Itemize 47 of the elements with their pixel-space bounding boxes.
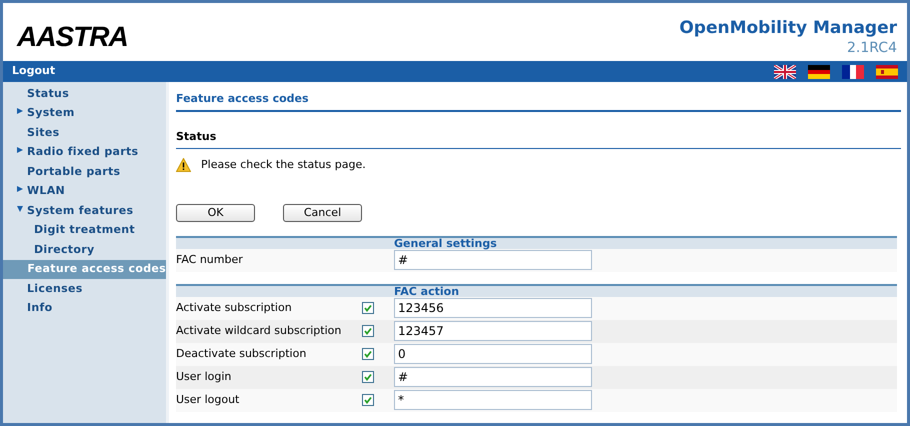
caret-right-icon[interactable] <box>17 186 23 192</box>
version-label: 2.1RC4 <box>847 40 897 57</box>
field-label: Activate subscription <box>176 300 293 316</box>
sidebar-item[interactable]: Info <box>27 300 52 316</box>
checkbox[interactable] <box>362 394 374 406</box>
field-label: Deactivate subscription <box>176 346 308 362</box>
caret-right-icon[interactable] <box>17 147 23 154</box>
field-label: User login <box>176 368 232 385</box>
sidebar-item[interactable]: System features <box>27 202 134 219</box>
checkbox[interactable] <box>362 371 374 383</box>
input-field[interactable]: 123456 <box>394 298 592 318</box>
caret-right-icon[interactable] <box>17 108 23 114</box>
status-message: Please check the status page. <box>201 157 366 173</box>
product-title: OpenMobility Manager <box>679 18 897 40</box>
input-field[interactable]: # <box>394 367 592 387</box>
input-field[interactable]: * <box>394 390 592 410</box>
input-field[interactable]: 123457 <box>394 321 592 341</box>
ok-button[interactable]: OK <box>176 204 255 222</box>
logo: AASTRA <box>17 23 128 51</box>
section-heading: Status <box>176 130 216 143</box>
input-field[interactable]: # <box>394 250 592 270</box>
caret-down-icon[interactable] <box>17 206 23 212</box>
warning-icon <box>176 158 191 172</box>
group-heading: General settings <box>394 238 497 248</box>
cancel-button[interactable]: Cancel <box>283 204 362 222</box>
sidebar-item[interactable]: Digit treatment <box>34 222 135 238</box>
sidebar-item[interactable]: Status <box>27 86 70 102</box>
checkbox[interactable] <box>362 348 374 360</box>
field-label: FAC number <box>176 252 244 268</box>
flag-icon[interactable] <box>774 64 796 78</box>
sidebar-item[interactable]: Licenses <box>27 280 83 297</box>
flag-icon[interactable] <box>808 64 830 78</box>
sidebar-item[interactable]: Radio fixed parts <box>27 144 138 160</box>
sidebar-item[interactable]: Sites <box>27 124 60 141</box>
field-label: User logout <box>176 392 240 408</box>
flag-icon[interactable] <box>842 64 864 78</box>
field-label: Activate wildcard subscription <box>176 322 342 339</box>
checkbox[interactable] <box>362 325 374 337</box>
page-title: Feature access codes <box>176 92 309 105</box>
sidebar-item[interactable]: WLAN <box>27 183 66 200</box>
input-field[interactable]: 0 <box>394 344 592 364</box>
logout-link[interactable]: Logout <box>12 63 56 80</box>
sidebar-item[interactable]: Portable parts <box>27 164 120 180</box>
sidebar-item[interactable]: System <box>27 105 75 122</box>
group-heading: FAC action <box>394 286 460 296</box>
checkbox[interactable] <box>362 302 374 314</box>
sidebar-item[interactable]: Directory <box>34 242 94 258</box>
